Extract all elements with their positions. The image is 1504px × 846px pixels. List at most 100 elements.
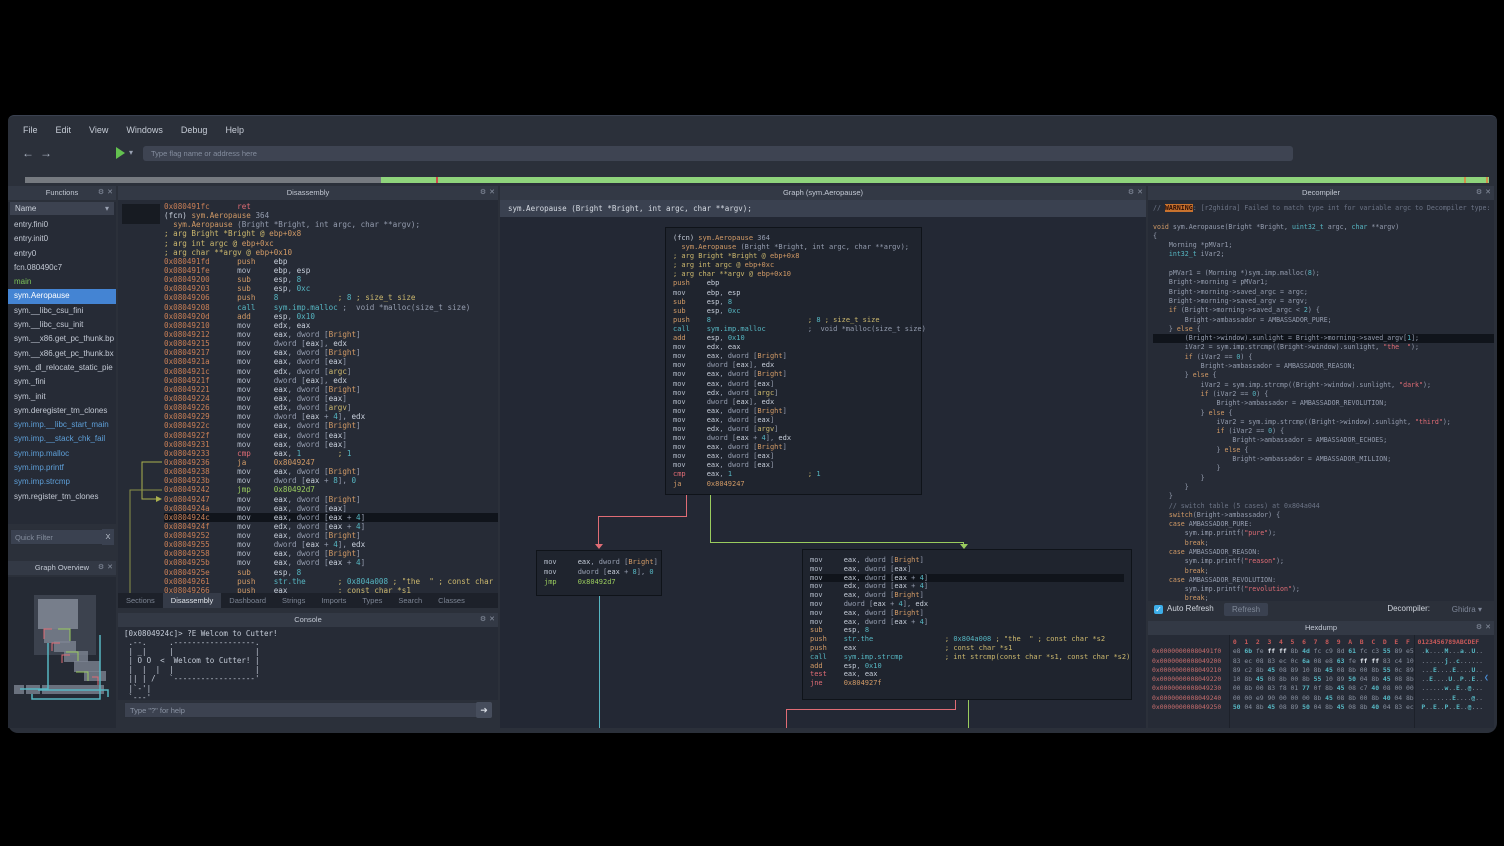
code-line[interactable]: 0x0804925b mov eax, dword [eax + 4] — [164, 558, 498, 567]
play-icon[interactable] — [116, 147, 125, 159]
code-line[interactable]: call sym.imp.malloc ; void *malloc(size_… — [673, 325, 914, 334]
code-line[interactable]: { — [1153, 232, 1494, 241]
code-line[interactable]: (Bright->window).sunlight = Bright->morn… — [1153, 334, 1494, 343]
code-line[interactable]: 0x08049255 mov dword [eax + 4], edx — [164, 540, 498, 549]
close-icon[interactable]: ✕ — [107, 561, 113, 575]
code-line[interactable]: iVar2 = sym.imp.strcmp((Bright->window).… — [1153, 381, 1494, 390]
code-line[interactable]: // WARNING: [r2ghidra] Failed to match t… — [1153, 204, 1494, 213]
code-line[interactable]: 0x08049224 mov eax, dword [eax] — [164, 394, 498, 403]
code-line[interactable]: ja 0x8049247 — [673, 480, 914, 489]
function-list-item[interactable]: sym.deregister_tm_clones — [8, 404, 116, 418]
code-line[interactable]: Bright->morning = pMVar1; — [1153, 278, 1494, 287]
code-line[interactable]: mov eax, dword [eax] — [673, 461, 914, 470]
functions-name-header[interactable]: Name ▾ — [10, 202, 114, 215]
code-line[interactable]: 0x08049226 mov edx, dword [argv] — [164, 403, 498, 412]
code-line[interactable]: mov eax, dword [Bright] — [673, 407, 914, 416]
code-line[interactable]: mov edx, eax — [673, 343, 914, 352]
function-list-item[interactable]: main — [8, 275, 116, 289]
code-line[interactable]: mov dword [eax + 4], edx — [810, 600, 1124, 609]
code-line[interactable]: sub esp, 8 — [673, 298, 914, 307]
code-line[interactable]: 0x0804920d add esp, 0x10 — [164, 312, 498, 321]
disassembly-view[interactable]: 0x080491fc ret(fcn) sym.Aeropause 364 sy… — [118, 200, 498, 593]
graph-overview-minimap[interactable] — [8, 577, 116, 728]
tab[interactable]: Types — [354, 593, 390, 608]
graph-block-entry[interactable]: (fcn) sym.Aeropause 364 sym.Aeropause (B… — [665, 227, 922, 495]
gear-icon[interactable]: ⚙ — [98, 186, 104, 200]
code-line[interactable]: } else { — [1153, 446, 1494, 455]
code-line[interactable]: Bright->ambassador = AMBASSADOR_PURE; — [1153, 316, 1494, 325]
code-line[interactable]: 0x08049236 ja 0x8049247 — [164, 458, 498, 467]
quick-filter-input[interactable] — [10, 529, 106, 545]
code-line[interactable]: cmp eax, 1 ; 1 — [673, 470, 914, 479]
function-list-item[interactable]: sym._dl_relocate_static_pie — [8, 361, 116, 375]
console-output[interactable]: [0x0804924c]> ?E Welcom to Cutter! .--. … — [118, 627, 498, 700]
refresh-button[interactable]: Refresh — [1224, 603, 1268, 616]
code-line[interactable]: add esp, 0x10 — [810, 662, 1124, 671]
play-dropdown-icon[interactable]: ▾ — [129, 148, 133, 157]
code-line[interactable]: test eax, eax — [810, 670, 1124, 679]
code-line[interactable]: } — [1153, 464, 1494, 473]
code-line[interactable]: 0x08049215 mov dword [eax], edx — [164, 339, 498, 348]
code-line[interactable]: mov eax, dword [Bright] — [673, 370, 914, 379]
code-line[interactable]: // switch table (5 cases) at 0x804a044 — [1153, 502, 1494, 511]
function-list-item[interactable]: sym.imp.__libc_start_main — [8, 418, 116, 432]
code-line[interactable]: mov ebp, esp — [673, 289, 914, 298]
code-line[interactable]: 0x0804922c mov eax, dword [Bright] — [164, 421, 498, 430]
decompiler-view[interactable]: // WARNING: [r2ghidra] Failed to match t… — [1148, 200, 1494, 601]
tab[interactable]: Imports — [313, 593, 354, 608]
code-line[interactable]: 0x0000000008049250 50 04 8b 45 08 89 50 … — [1152, 703, 1483, 712]
function-list-item[interactable]: sym.Aeropause — [8, 289, 116, 303]
code-line[interactable]: case AMBASSADOR_REVOLUTION: — [1153, 576, 1494, 585]
code-line[interactable]: | O O < Welcom to Cutter! | — [124, 656, 278, 665]
menu-item[interactable]: Windows — [119, 122, 170, 138]
close-icon[interactable]: ✕ — [1137, 186, 1143, 200]
code-line[interactable]: mov eax, dword [Bright] — [810, 609, 1124, 618]
code-line[interactable]: Bright->morning->saved_argc = argc; — [1153, 288, 1494, 297]
console-send-button[interactable]: ➜ — [476, 702, 492, 718]
code-line[interactable]: 0x080491fd push ebp — [164, 257, 498, 266]
code-line[interactable]: 0x08049200 sub esp, 8 — [164, 275, 498, 284]
code-line[interactable]: ; arg char **argv @ ebp+0x10 — [673, 270, 914, 279]
gear-icon[interactable]: ⚙ — [480, 613, 486, 627]
code-line[interactable]: if (iVar2 == 0) { — [1153, 427, 1494, 436]
code-line[interactable]: 0x08049238 mov eax, dword [Bright] — [164, 467, 498, 476]
console-input[interactable] — [124, 702, 480, 718]
code-line[interactable]: void sym.Aeropause(Bright *Bright, uint3… — [1153, 223, 1494, 232]
code-line[interactable]: add esp, 0x10 — [673, 334, 914, 343]
function-list-item[interactable]: sym.imp.malloc — [8, 447, 116, 461]
tab[interactable]: Strings — [274, 593, 313, 608]
code-line[interactable]: mov eax, dword [eax] — [673, 452, 914, 461]
code-line[interactable]: mov eax, dword [Bright] — [810, 556, 1124, 565]
code-line[interactable]: } — [1153, 474, 1494, 483]
code-line[interactable]: sym.Aeropause (Bright *Bright, int argc,… — [673, 243, 914, 252]
code-line[interactable]: 0x0804924a mov eax, dword [eax] — [164, 504, 498, 513]
code-line[interactable]: | _| | | — [124, 647, 278, 656]
code-line[interactable]: mov dword [eax], edx — [673, 361, 914, 370]
graph-canvas[interactable]: (fcn) sym.Aeropause 364 sym.Aeropause (B… — [500, 217, 1146, 728]
code-line[interactable]: | | | | | — [124, 665, 278, 674]
code-line[interactable]: 0x0000000008049230 00 8b 00 83 f8 01 77 … — [1152, 684, 1483, 693]
menu-item[interactable]: Debug — [174, 122, 215, 138]
code-line[interactable]: 0x08049203 sub esp, 0xc — [164, 284, 498, 293]
code-line[interactable]: } else { — [1153, 409, 1494, 418]
code-line[interactable]: 0x08049217 mov eax, dword [Bright] — [164, 348, 498, 357]
function-list-item[interactable]: sym.__x86.get_pc_thunk.bx — [8, 347, 116, 361]
gear-icon[interactable]: ⚙ — [480, 186, 486, 200]
auto-refresh-checkbox[interactable]: ✓ — [1154, 605, 1163, 614]
code-line[interactable]: ; arg int argc @ ebp+0xc — [673, 261, 914, 270]
code-line[interactable]: sym.imp.printf("pure"); — [1153, 529, 1494, 538]
code-line[interactable]: Bright->morning->saved_argv = argv; — [1153, 297, 1494, 306]
code-line[interactable]: sub esp, 0xc — [673, 307, 914, 316]
menu-item[interactable]: Edit — [49, 122, 79, 138]
back-button[interactable]: ← — [22, 147, 34, 159]
graph-block-strcmp[interactable]: mov eax, dword [Bright]mov eax, dword [e… — [802, 549, 1132, 700]
tab[interactable]: Classes — [430, 593, 473, 608]
code-line[interactable]: mov eax, dword [eax] — [673, 380, 914, 389]
code-line[interactable]: 0x08049233 cmp eax, 1 ; 1 — [164, 449, 498, 458]
code-line[interactable]: 0x0804924f mov edx, dword [eax + 4] — [164, 522, 498, 531]
code-line[interactable]: push eax ; const char *s1 — [810, 644, 1124, 653]
close-icon[interactable]: ✕ — [489, 613, 495, 627]
code-line[interactable]: 0x080491fe mov ebp, esp — [164, 266, 498, 275]
code-line[interactable]: } — [1153, 483, 1494, 492]
code-line[interactable]: mov edx, dword [argv] — [673, 425, 914, 434]
